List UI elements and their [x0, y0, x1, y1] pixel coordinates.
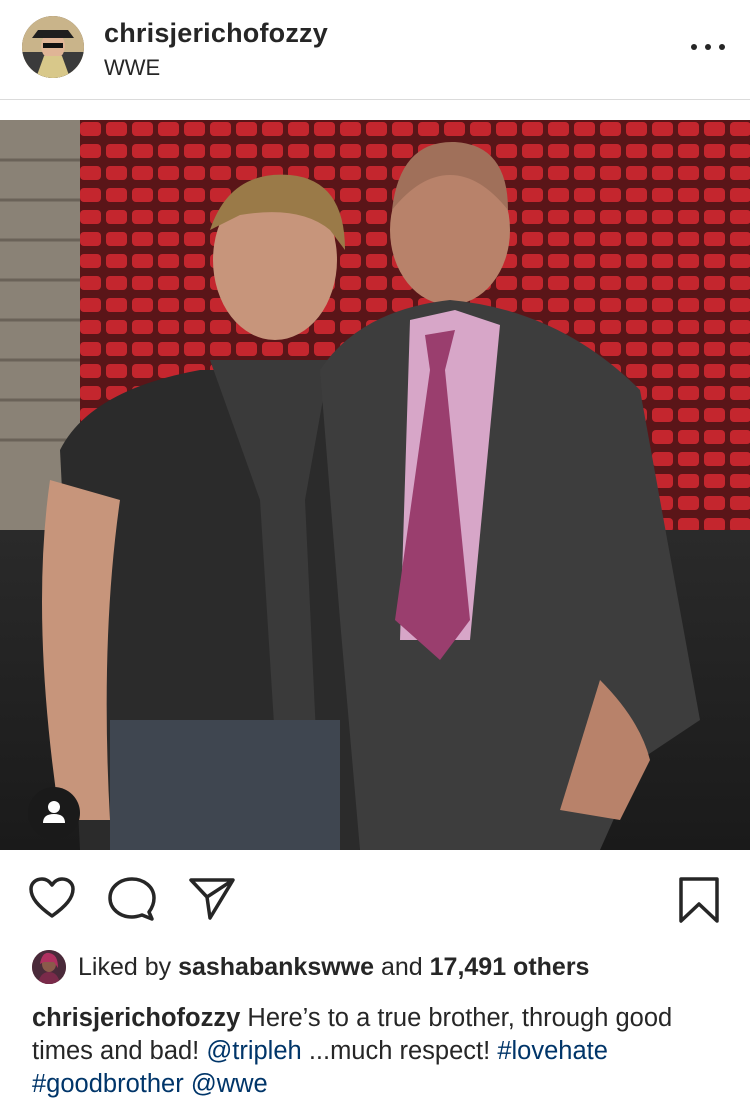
comment-icon[interactable]	[108, 876, 156, 927]
bookmark-icon[interactable]	[678, 876, 720, 929]
mention-link[interactable]: @tripleh	[206, 1037, 301, 1065]
hashtag-link[interactable]: #goodbrother	[32, 1070, 184, 1098]
hashtag-link[interactable]: #lovehate	[497, 1037, 608, 1065]
more-dot	[691, 44, 697, 50]
user-avatar[interactable]	[22, 16, 84, 78]
likes-connector: and	[380, 953, 423, 981]
share-icon[interactable]	[188, 876, 236, 927]
liker-avatar-image	[32, 950, 66, 984]
photo-illustration	[0, 120, 750, 850]
heart-icon[interactable]	[28, 876, 76, 925]
avatar-image	[22, 16, 84, 78]
post-photo[interactable]	[0, 120, 750, 850]
user-tag-glyph	[43, 801, 65, 823]
post-caption: chrisjerichofozzy Here’s to a true broth…	[32, 1002, 722, 1101]
likes-text: Liked by sashabankswwe and 17,491 others	[78, 953, 589, 982]
post-header: chrisjerichofozzy WWE	[0, 0, 750, 100]
action-bar	[0, 850, 750, 945]
more-dot	[705, 44, 711, 50]
post-location[interactable]: WWE	[104, 55, 160, 81]
user-tag-icon[interactable]	[28, 787, 80, 839]
likes-prefix: Liked by	[78, 953, 172, 981]
likes-count[interactable]: 17,491 others	[430, 953, 590, 981]
liker-avatar[interactable]	[32, 950, 66, 984]
post-username[interactable]: chrisjerichofozzy	[104, 18, 328, 49]
mention-link[interactable]: @wwe	[191, 1070, 268, 1098]
more-dot	[719, 44, 725, 50]
more-options-icon[interactable]	[688, 32, 728, 62]
liker-username[interactable]: sashabankswwe	[178, 953, 374, 981]
caption-text: ...much respect!	[308, 1037, 491, 1065]
caption-username[interactable]: chrisjerichofozzy	[32, 1004, 240, 1032]
